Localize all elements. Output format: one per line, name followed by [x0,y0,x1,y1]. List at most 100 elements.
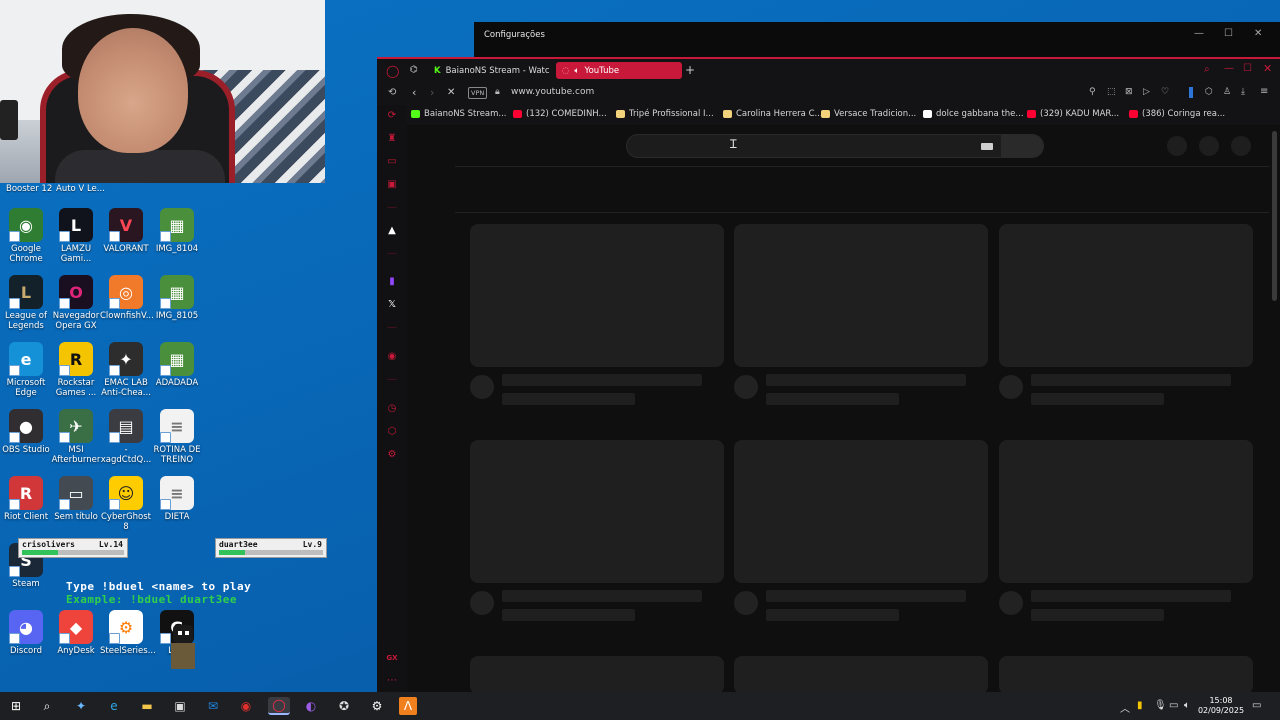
chat-app-icon[interactable]: ◐ [302,697,320,715]
tray-app-icon[interactable]: ▮ [1137,700,1143,711]
system-clock[interactable]: 15:08 02/09/2025 [1196,696,1246,716]
desktop-icon[interactable]: ◕ Discord [0,610,52,656]
anti-cheat-icon[interactable]: ✪ [335,697,353,715]
desktop-icon[interactable]: ✈ MSI Afterburner [50,409,102,465]
desktop-icon[interactable]: L League of Legends [0,275,52,331]
adblock-icon[interactable]: ⊠ [1125,87,1133,97]
vpn-badge[interactable]: VPN [468,87,488,99]
bookmark-item[interactable]: Versace Tradicion... [821,109,916,119]
keyboard-icon[interactable] [981,143,993,150]
desktop-icon[interactable]: ◆ AnyDesk [50,610,102,656]
minimize-icon[interactable]: — [1224,63,1234,74]
store-icon[interactable]: ▣ [171,697,189,715]
microphone-icon[interactable]: 🎙︎ [1154,700,1167,711]
create-button-placeholder[interactable] [1167,136,1187,156]
desktop-icon[interactable]: ≡ ROTINA DE TREINO [151,409,203,465]
desktop-icon[interactable]: L LAMZU Gami... [50,208,102,264]
history-icon[interactable]: ◷ [385,402,399,416]
tab-baiano-stream[interactable]: K BaianoNS Stream - Watch [428,62,550,79]
extensions-icon[interactable]: ⬡ [385,425,399,439]
file-explorer-icon[interactable]: ▬ [138,697,156,715]
bookmark-item[interactable]: (386) Coringa rea... [1129,109,1225,119]
more-icon[interactable]: ⋯ [385,674,399,688]
desktop-icon[interactable]: R Riot Client [0,476,52,522]
desktop-icon[interactable]: ▭ Sem título [50,476,102,522]
stop-loading-icon[interactable]: ✕ [447,87,455,98]
desktop-icon[interactable]: V VALORANT [100,208,152,254]
desktop-icon[interactable]: ▦ IMG_8104 [151,208,203,254]
twitch-icon[interactable]: ▮ [385,275,399,289]
desktop-icon[interactable]: O Navegador Opera GX [50,275,102,331]
account-icon[interactable]: ♙ [1223,87,1231,97]
desktop-icon[interactable]: ≡ DIETA [151,476,203,522]
desktop-icon[interactable]: ◉ Google Chrome [0,208,52,264]
menu-icon[interactable]: ≡ [1260,86,1268,97]
maximize-icon[interactable]: ☐ [1224,28,1233,39]
search-button[interactable] [1001,135,1043,157]
new-tab-button[interactable]: + [685,63,695,77]
desktop-icon[interactable]: ▦ ADADADA [151,342,203,388]
play-icon[interactable]: ▷ [1143,87,1150,97]
windows-start-icon[interactable]: ⊞ [7,697,25,715]
opera-app-icon[interactable]: ◉ [237,697,255,715]
desktop-icon[interactable]: ☺ CyberGhost 8 [100,476,152,532]
back-icon[interactable]: ‹ [412,86,416,99]
avatar-placeholder[interactable] [1231,136,1251,156]
close-icon[interactable]: ✕ [1254,28,1262,39]
desktop-icon[interactable]: ● OBS Studio [0,409,52,455]
url-field[interactable]: www.youtube.com [511,87,594,97]
forward-icon[interactable]: › [430,86,434,99]
minimize-icon[interactable]: — [1194,28,1204,39]
settings-gear-icon[interactable]: ⚙ [385,448,399,462]
notifications-icon[interactable]: ▭ [1252,700,1261,711]
desktop-icon[interactable]: ⚙ SteelSeries... [100,610,156,656]
settings-window[interactable]: Configurações — ☐ ✕ [474,22,1280,62]
bookmark-item[interactable]: (132) COMEDINH... [513,109,607,119]
close-icon[interactable]: ✕ [1263,62,1272,75]
settings-gear-icon[interactable]: ⚙ [368,697,386,715]
sync-icon[interactable]: ⟲ [388,87,396,98]
bookmark-item[interactable]: Tripé Profissional I... [616,109,714,119]
notifications-placeholder[interactable] [1199,136,1219,156]
copilot-icon[interactable]: ✦ [72,697,90,715]
bookmark-item[interactable]: Carolina Herrera C... [723,109,823,119]
aimp-icon[interactable]: Λ [399,697,417,715]
player-icon[interactable]: ◉ [385,350,399,364]
edge-icon[interactable]: e [105,697,123,715]
opera-logo-icon[interactable]: ◯ [386,64,399,78]
extensions-icon[interactable]: ⬡ [1205,87,1213,97]
desktop-icon[interactable]: R Rockstar Games ... [50,342,102,398]
snapshot-icon[interactable]: ⬚ [1107,87,1116,97]
scrollbar[interactable] [1272,131,1277,301]
bookmark-item[interactable]: dolce gabbana the... [923,109,1024,119]
desktop-icon[interactable]: ▦ IMG_8105 [151,275,203,321]
tab-youtube[interactable]: ◌ 🔈︎ YouTube [556,62,682,79]
volume-icon[interactable]: 🔈︎ [1184,700,1190,711]
desktop-icon[interactable]: ✦ EMAC LAB Anti-Chea... [100,342,152,398]
gx-logo-icon[interactable]: GX [385,651,399,665]
opera-gx-taskbar-icon[interactable]: ◯ [268,697,290,715]
search-icon[interactable]: ⌕ [1204,64,1210,75]
x-twitter-icon[interactable]: 𝕏 [385,298,399,312]
desktop-icon[interactable]: ▤ -xagdCtdQ... [100,409,152,465]
search-icon[interactable]: ⌕ [38,697,56,715]
gx-player-icon[interactable]: ▣ [385,178,399,192]
download-icon[interactable]: ⤓ [1241,87,1245,97]
gx-control-icon[interactable]: ⟳ [385,109,399,123]
desktop-icon[interactable]: e Microsoft Edge [0,342,52,398]
lock-icon[interactable]: 🔒︎ [495,87,500,97]
desktop-icon[interactable]: ◎ ClownfishV... [100,275,154,321]
pin-icon[interactable]: ⚲ [1089,87,1096,97]
workspaces-icon[interactable]: ⌬ [410,65,418,75]
bookmark-item[interactable]: BaianoNS Stream... [411,109,507,119]
messenger-icon[interactable]: ▭ [385,155,399,169]
heart-icon[interactable]: ♡ [1161,87,1169,97]
network-icon[interactable]: ▭ [1169,700,1178,711]
youtube-search-input[interactable] [626,134,1044,158]
tray-expand-icon[interactable]: ︿ [1120,700,1130,715]
aria-icon[interactable]: ▲ [385,224,399,238]
gx-corner-icon[interactable]: ♜ [385,132,399,146]
outlook-icon[interactable]: ✉ [204,697,222,715]
battery-saver-icon[interactable] [1189,87,1193,98]
bookmark-item[interactable]: (329) KADU MAR... [1027,109,1119,119]
